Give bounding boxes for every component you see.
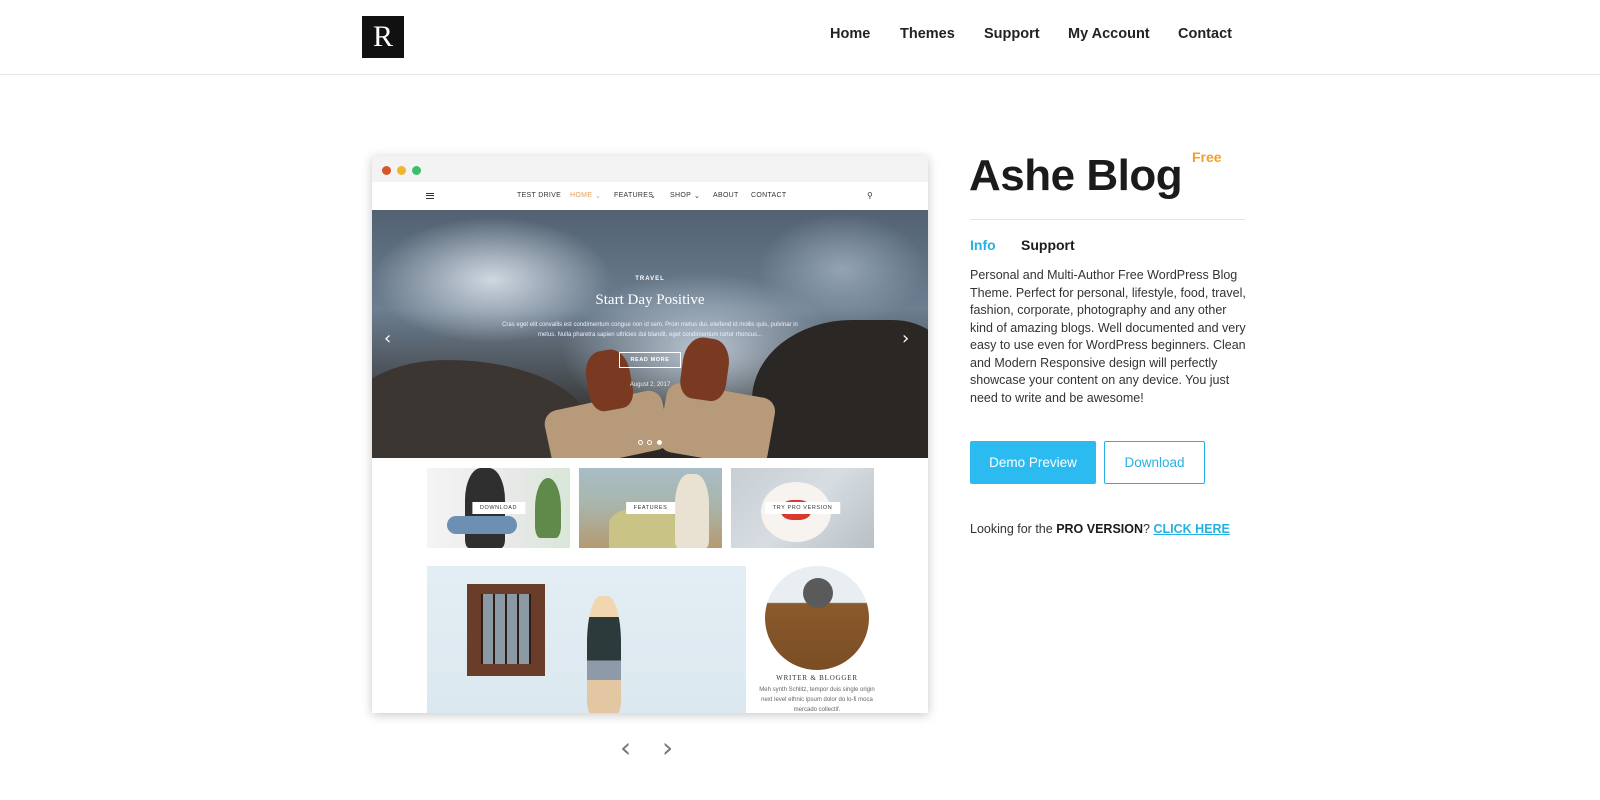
free-badge: Free xyxy=(1192,149,1222,165)
pagination-dot-active xyxy=(657,440,662,445)
hero-read-more-button: READ MORE xyxy=(619,352,681,368)
promo-label: FEATURES xyxy=(625,502,676,514)
theme-preview-screenshot: TEST DRIVE HOME ⌄ FEATURES ⌄ SHOP ⌄ ABOU… xyxy=(372,156,928,713)
preview-nav-item: ABOUT xyxy=(713,192,739,199)
promo-box-features: FEATURES xyxy=(579,468,722,548)
chevron-down-icon: ⌄ xyxy=(694,193,701,200)
theme-description: Personal and Multi-Author Free WordPress… xyxy=(970,268,1246,405)
woman-shape xyxy=(587,596,621,713)
click-here-link[interactable]: CLICK HERE xyxy=(1153,522,1229,536)
nav-support[interactable]: Support xyxy=(984,26,1040,46)
hero-next-arrow-icon: › xyxy=(902,328,910,349)
preview-nav-item-active: HOME xyxy=(570,192,593,199)
close-dot-icon xyxy=(382,166,391,175)
screenshot-next-arrow-icon[interactable]: › xyxy=(662,734,673,762)
pro-version-note: Looking for the PRO VERSION? CLICK HERE xyxy=(970,522,1230,536)
promo-label: DOWNLOAD xyxy=(471,502,526,514)
preview-hero-slider: TRAVEL Start Day Positive Cras eget elit… xyxy=(372,210,928,458)
pagination-dot xyxy=(647,440,652,445)
author-avatar xyxy=(765,566,869,670)
pro-version-label: PRO VERSION xyxy=(1056,522,1144,536)
preview-nav-item: CONTACT xyxy=(751,192,787,199)
site-header: R Home Themes Support My Account Contact xyxy=(0,0,1600,75)
hamburger-icon xyxy=(426,193,434,199)
preview-nav-item: FEATURES xyxy=(614,192,654,199)
post-featured-image xyxy=(427,566,746,713)
chevron-down-icon: ⌄ xyxy=(650,193,657,200)
screenshot-prev-arrow-icon[interactable]: ‹ xyxy=(620,734,631,762)
promo-box-pro: TRY PRO VERSION xyxy=(731,468,874,548)
tab-support[interactable]: Support xyxy=(1021,237,1075,253)
browser-chrome xyxy=(372,156,928,182)
pro-prefix: Looking for the xyxy=(970,522,1053,536)
promo-pants-shape xyxy=(447,516,517,534)
site-logo[interactable]: R xyxy=(362,16,404,58)
hero-excerpt: Cras eget elit convallis est condimentum… xyxy=(502,322,798,338)
hero-pagination xyxy=(638,440,668,448)
title-divider xyxy=(970,219,1245,220)
preview-nav-item: TEST DRIVE xyxy=(517,192,562,199)
promo-box-download: DOWNLOAD xyxy=(427,468,570,548)
window-shape xyxy=(467,584,545,676)
widget-heading: WRITER & BLOGGER xyxy=(776,674,858,682)
demo-preview-button[interactable]: Demo Preview xyxy=(970,441,1096,484)
promo-girl-shape xyxy=(675,474,709,548)
chevron-down-icon: ⌄ xyxy=(595,193,602,200)
nav-themes[interactable]: Themes xyxy=(900,26,955,46)
tab-info[interactable]: Info xyxy=(970,237,996,253)
hero-title: Start Day Positive xyxy=(595,292,705,308)
promo-plant-shape xyxy=(535,478,561,538)
preview-nav-item: SHOP xyxy=(670,192,692,199)
minimize-dot-icon xyxy=(397,166,406,175)
search-icon: ⚲ xyxy=(867,191,874,200)
hero-prev-arrow-icon: ‹ xyxy=(384,328,392,349)
promo-label: TRY PRO VERSION xyxy=(764,502,841,514)
pro-question-mark: ? xyxy=(1143,522,1150,536)
pagination-dot xyxy=(638,440,643,445)
preview-site-nav: TEST DRIVE HOME ⌄ FEATURES ⌄ SHOP ⌄ ABOU… xyxy=(372,182,928,210)
promo-car-shape xyxy=(609,508,679,548)
download-button[interactable]: Download xyxy=(1104,441,1205,484)
widget-text: Meh synth Schlitz, tempor duis single or… xyxy=(759,687,875,713)
hero-date: August 2, 2017 xyxy=(629,382,671,388)
nav-home[interactable]: Home xyxy=(830,26,870,46)
nav-my-account[interactable]: My Account xyxy=(1068,26,1150,46)
nav-contact[interactable]: Contact xyxy=(1178,26,1232,46)
maximize-dot-icon xyxy=(412,166,421,175)
theme-title: Ashe Blog xyxy=(969,151,1183,200)
hero-category: TRAVEL xyxy=(635,276,665,282)
